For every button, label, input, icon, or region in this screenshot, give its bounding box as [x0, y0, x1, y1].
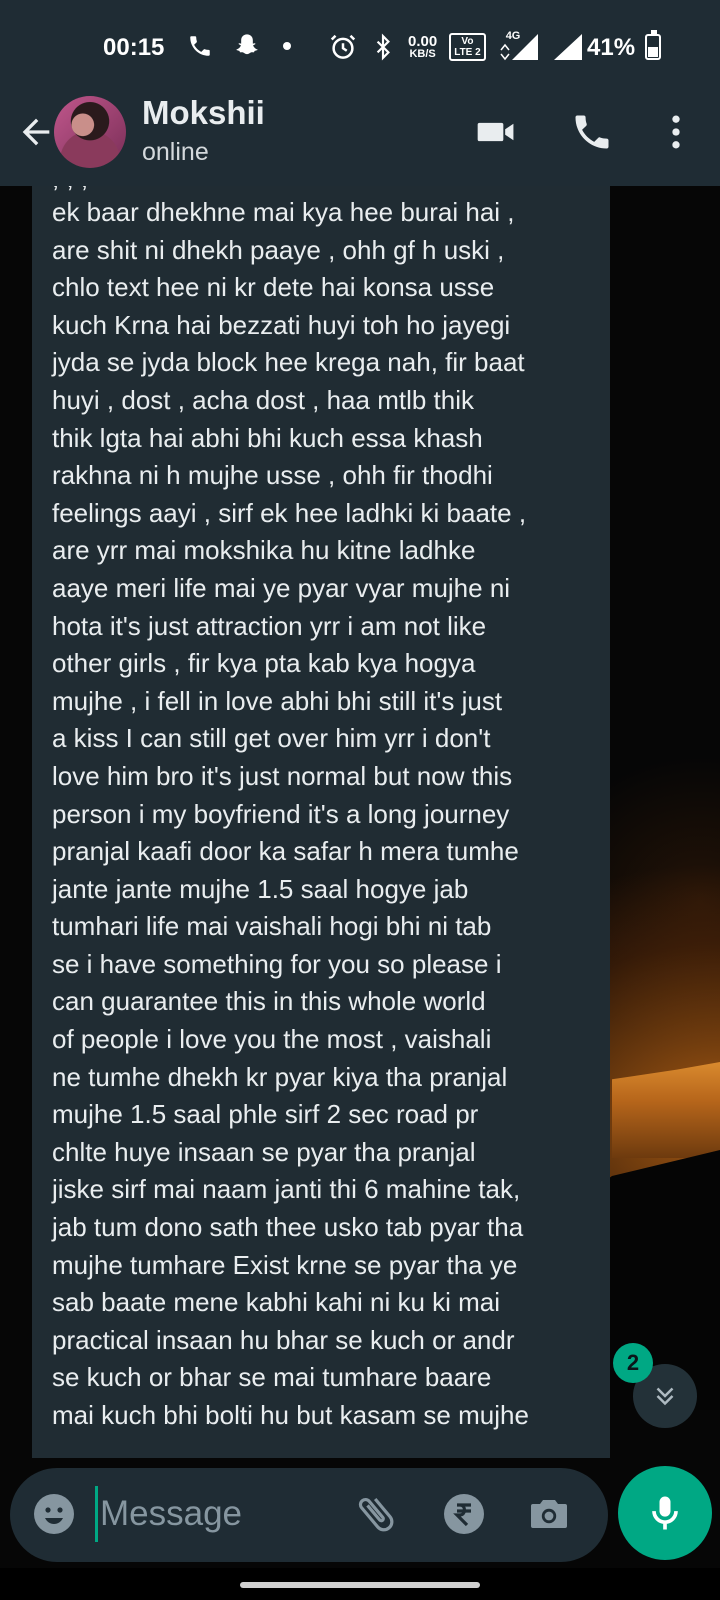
message-line: aaye meri life mai ye pyar vyar mujhe ni: [52, 572, 511, 603]
message-line: of people i love you the most , vaishali: [52, 1024, 492, 1055]
message-line: thik lgta hai abhi bhi kuch essa khash: [52, 422, 483, 453]
message-line: chlte huye insaan se pyar tha pranjal: [52, 1136, 476, 1167]
avatar[interactable]: [54, 96, 126, 168]
contact-name[interactable]: Mokshii: [142, 94, 265, 132]
bluetooth-icon: [376, 33, 390, 61]
contact-status: online: [142, 138, 209, 166]
message-line: are shit ni dhekh paaye , ohh gf h uski …: [52, 234, 505, 265]
message-line: jyda se jyda block hee krega nah, fir ba…: [52, 347, 525, 378]
dot-icon: [283, 42, 291, 50]
message-line: ek baar dhekhne mai kya hee burai hai ,: [52, 197, 515, 227]
signal-icon-2: [553, 34, 582, 60]
message-line: chlo text hee ni kr dete hai konsa usse: [52, 272, 495, 303]
battery-icon: [645, 30, 661, 60]
message-line: ne tumhe dhekh kr pyar kiya tha pranjal: [52, 1061, 508, 1092]
net-speed-unit: KB/S: [409, 48, 436, 60]
voice-call-icon[interactable]: [570, 110, 614, 154]
message-line: mujhe , i fell in love abhi bhi still it…: [52, 685, 503, 716]
message-line: can guarantee this in this whole world: [52, 986, 486, 1017]
message-line: are yrr mai mokshika hu kitne ladhke: [52, 535, 476, 566]
message-bubble[interactable]: , , , ek baar dhekhne mai kya hee burai …: [32, 186, 610, 1458]
message-line: other girls , fir kya pta kab kya hogya: [52, 648, 476, 679]
message-line: huyi , dost , acha dost , haa mtlb thik: [52, 384, 475, 415]
net-speed-value: 0.00: [408, 33, 438, 50]
message-line: tumhari life mai vaishali hogi bhi ni ta…: [52, 911, 492, 942]
home-gesture-pill[interactable]: [240, 1582, 480, 1588]
message-line: pranjal kaafi door ka safar h mera tumhe: [52, 836, 519, 867]
message-line: mujhe 1.5 saal phle sirf 2 sec road pr: [52, 1099, 479, 1130]
message-text: ek baar dhekhne mai kya hee burai hai , a…: [52, 194, 590, 1458]
rupee-payment-icon[interactable]: [440, 1490, 488, 1538]
battery-percent: 41%: [587, 34, 636, 61]
chat-header: Mokshii online: [0, 92, 720, 186]
more-options-icon[interactable]: [654, 110, 698, 154]
message-line: feelings aayi , sirf ek hee ladhki ki ba…: [52, 497, 527, 528]
message-line: kuch Krna hai bezzati huyi toh ho jayegi: [52, 309, 511, 340]
status-bar: 00:15 0.00 KB/S Vo LTE 2 4G 41%: [0, 0, 720, 92]
volte-badge: Vo LTE 2: [449, 33, 486, 61]
message-line: mujhe tumhare Exist krne se pyar tha ye: [52, 1249, 518, 1280]
message-line: hota it's just attraction yrr i am not l…: [52, 610, 487, 641]
message-line: a kiss I can still get over him yrr i do…: [52, 723, 491, 754]
lte-label: LTE 2: [454, 47, 481, 58]
camera-icon[interactable]: [525, 1490, 573, 1538]
message-line: love him bro it's just normal but now th…: [52, 760, 513, 791]
net-speed: 0.00 KB/S: [408, 34, 437, 60]
unread-count-badge[interactable]: 2: [613, 1343, 653, 1383]
attach-icon[interactable]: [352, 1490, 400, 1538]
message-line: jante jante mujhe 1.5 saal hogye jab: [52, 873, 469, 904]
double-chevron-down-icon: [656, 1387, 674, 1406]
volte-label: Vo: [461, 36, 474, 47]
snapchat-icon: [236, 34, 258, 55]
message-line: se kuch or bhar se mai tumhare baare: [52, 1362, 492, 1393]
message-line: mai kuch bhi bolti hu but kasam se mujhe: [52, 1400, 529, 1430]
message-line: practical insaan hu bhar se kuch or andr: [52, 1324, 515, 1355]
message-line: rakhna ni h mujhe usse , ohh fir thodhi: [52, 460, 493, 491]
back-arrow-icon[interactable]: [16, 112, 56, 152]
message-input-bar: [10, 1468, 608, 1562]
status-icons-right: 0.00 KB/S Vo LTE 2 4G: [328, 30, 584, 62]
phone-icon: [190, 36, 210, 56]
message-line: [52, 1435, 590, 1458]
message-line: jiske sirf mai naam janti thi 6 mahine t…: [52, 1174, 521, 1205]
message-input[interactable]: [95, 1486, 345, 1542]
emoji-icon[interactable]: [30, 1490, 78, 1538]
mic-icon: [652, 1496, 678, 1530]
message-line: se i have something for you so please i: [52, 948, 502, 979]
message-line: sab baate mene kabhi kahi ni ku ki mai: [52, 1287, 501, 1318]
signal-icon: [500, 34, 538, 61]
mic-button[interactable]: [618, 1466, 712, 1560]
message-line: person i my boyfriend it's a long journe…: [52, 798, 510, 829]
alarm-icon: [330, 34, 356, 59]
message-line: jab tum dono sath thee usko tab pyar tha: [52, 1212, 524, 1243]
video-call-icon[interactable]: [474, 110, 518, 154]
status-icons-left: [187, 32, 293, 60]
status-time: 00:15: [103, 34, 165, 61]
message-line-cutoff-top: , , ,: [52, 186, 88, 198]
signal-4g: 4G: [498, 30, 540, 62]
